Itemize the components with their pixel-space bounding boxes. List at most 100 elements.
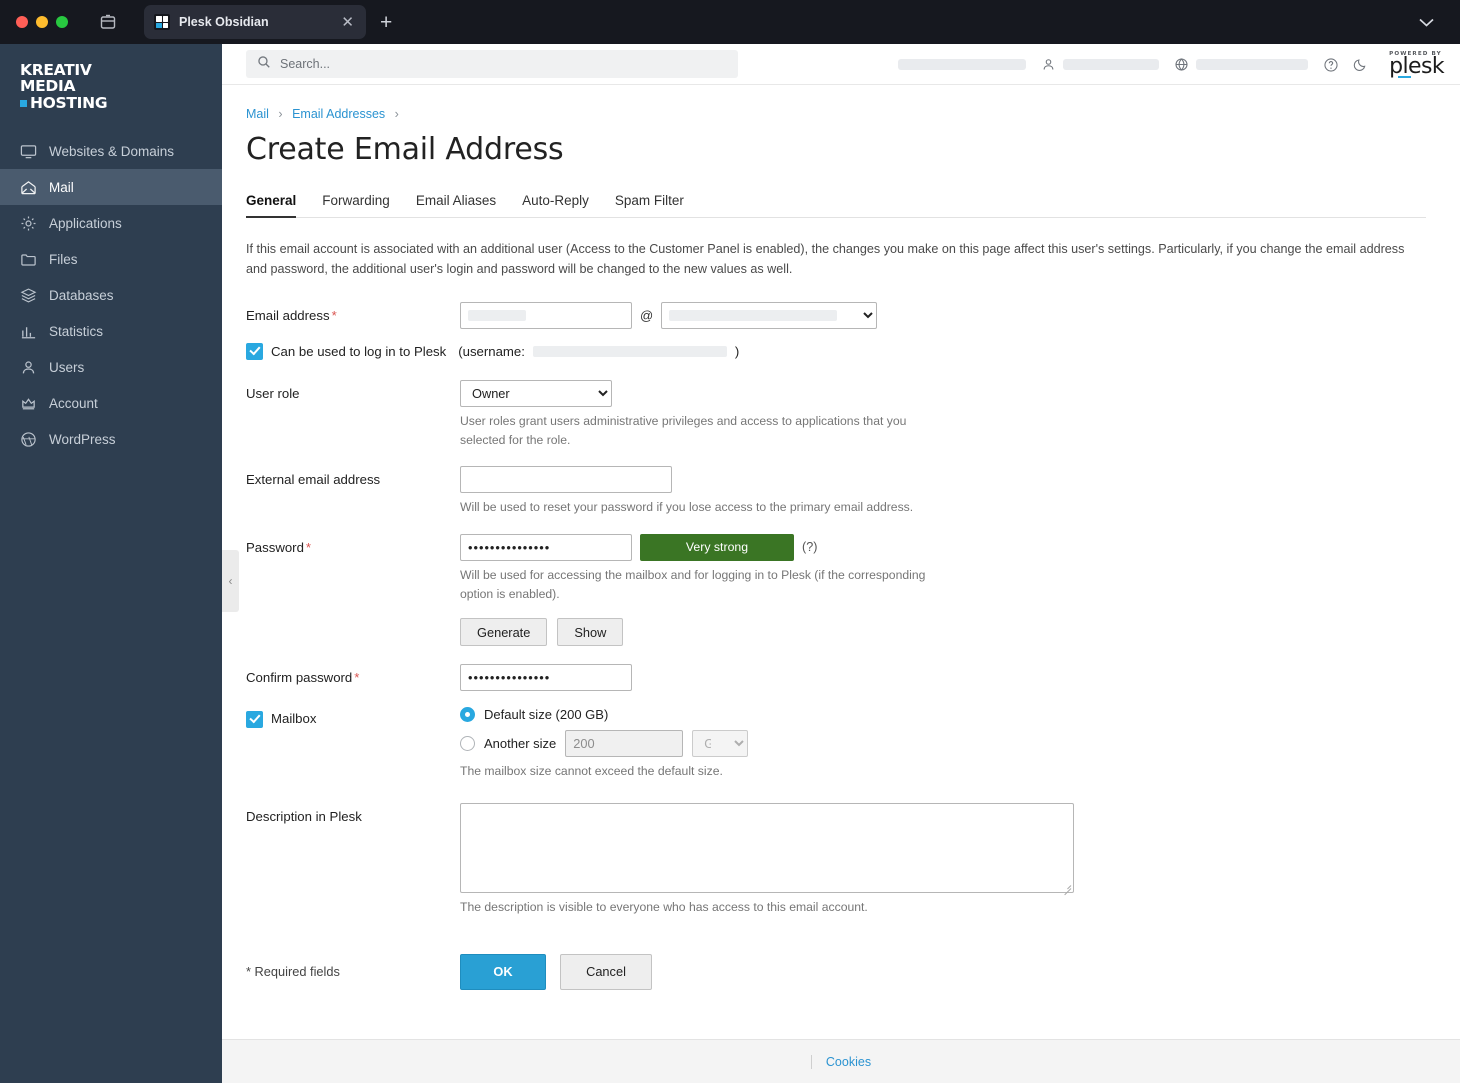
another-size-input[interactable] xyxy=(565,730,684,758)
redacted-email-domain xyxy=(669,309,838,321)
sidebar-toggle-icon[interactable] xyxy=(98,12,118,32)
email-address-inline: @ xyxy=(460,301,1426,329)
show-password-button[interactable]: Show xyxy=(557,618,624,647)
redacted-hostname xyxy=(1196,58,1309,70)
minimize-window-button[interactable] xyxy=(36,16,48,28)
user-role-label: User role xyxy=(246,385,300,401)
sidebar-item-account[interactable]: Account xyxy=(0,385,222,421)
close-icon[interactable]: ✕ xyxy=(339,15,356,30)
tab-auto-reply[interactable]: Auto-Reply xyxy=(522,193,589,217)
sidebar-item-statistics[interactable]: Statistics xyxy=(0,313,222,349)
sidebar-item-mail[interactable]: Mail xyxy=(0,169,222,206)
plesk-word-text: plesk xyxy=(1389,53,1444,79)
sidebar-item-label: Applications xyxy=(49,215,122,231)
confirm-password-input[interactable] xyxy=(460,664,632,692)
sidebar-item-users[interactable]: Users xyxy=(0,349,222,385)
description-textarea-wrap xyxy=(460,803,1074,896)
chart-icon xyxy=(20,323,37,340)
another-size-label: Another size xyxy=(484,736,557,752)
chevron-down-icon[interactable] xyxy=(1419,15,1434,30)
sidebar-item-label: Websites & Domains xyxy=(49,143,175,159)
logo-line-1: KREATIV xyxy=(20,61,92,79)
user-role-field-group: Owner User roles grant users administrat… xyxy=(460,379,1426,451)
can-log-in-checkbox[interactable] xyxy=(246,342,263,360)
browser-tab-bar: Plesk Obsidian ✕ + xyxy=(0,0,1460,44)
required-asterisk-password: * xyxy=(305,539,312,555)
plesk-wordmark: plesk xyxy=(1389,53,1445,79)
external-email-field-group: Will be used to reset your password if y… xyxy=(460,466,1426,517)
plesk-underline-accent xyxy=(1398,75,1412,79)
breadcrumb-item-email-addresses[interactable]: Email Addresses xyxy=(292,107,385,121)
tab-forwarding[interactable]: Forwarding xyxy=(322,193,390,217)
description-label: Description in Plesk xyxy=(246,809,362,825)
tab-spam-filter[interactable]: Spam Filter xyxy=(615,193,684,217)
form-buttons: OK Cancel xyxy=(460,953,1426,990)
search-input[interactable]: Search... xyxy=(246,50,738,78)
dark-mode-moon-icon[interactable] xyxy=(1353,57,1368,72)
confirm-password-field-group xyxy=(460,664,1426,692)
tab-email-aliases[interactable]: Email Aliases xyxy=(416,193,496,217)
generate-password-button[interactable]: Generate xyxy=(460,618,548,647)
sidebar-item-applications[interactable]: Applications xyxy=(0,205,222,241)
logo-line-2: MEDIA xyxy=(20,77,76,96)
password-help-icon[interactable]: (?) xyxy=(802,540,817,554)
username-suffix: ) xyxy=(734,343,740,359)
intro-text: If this email account is associated with… xyxy=(246,242,1405,277)
external-email-input[interactable] xyxy=(460,466,672,494)
password-input[interactable] xyxy=(460,533,632,561)
another-size-option[interactable]: Another size GB xyxy=(460,730,1426,758)
sidebar-nav: Websites & Domains Mail Applications Fil… xyxy=(0,133,222,457)
user-menu[interactable] xyxy=(1041,57,1160,72)
help-icon[interactable] xyxy=(1323,57,1338,72)
plesk-login-inline: Can be used to log in to Plesk (username… xyxy=(246,342,740,360)
default-size-radio[interactable] xyxy=(460,707,475,723)
tab-general[interactable]: General xyxy=(246,193,297,218)
maximize-window-button[interactable] xyxy=(56,16,68,28)
plesk-logo[interactable]: POWERED BY plesk xyxy=(1389,51,1445,79)
new-tab-button[interactable]: + xyxy=(380,12,392,33)
mail-icon xyxy=(20,179,37,196)
folder-icon xyxy=(20,251,37,268)
another-size-radio[interactable] xyxy=(460,736,475,752)
email-address-row: Email address * @ xyxy=(246,301,1426,329)
sidebar-item-label: Mail xyxy=(49,179,74,195)
sidebar-item-wordpress[interactable]: WordPress xyxy=(0,421,222,457)
email-address-label: Email address * xyxy=(246,302,460,325)
password-label: Password * xyxy=(246,534,460,557)
username-prefix: (username: xyxy=(458,343,525,359)
page-title: Create Email Address xyxy=(246,132,564,167)
plesk-login-row: Can be used to log in to Plesk (username… xyxy=(246,342,1426,360)
user-icon xyxy=(20,359,37,376)
email-address-label-text: Email address xyxy=(246,307,330,323)
confirm-password-label-text: Confirm password xyxy=(246,670,353,686)
logo-line-3-wrap: HOSTING xyxy=(20,94,222,111)
sidebar-collapse-handle[interactable]: ‹ xyxy=(222,550,239,612)
tab-bar: General Forwarding Email Aliases Auto-Re… xyxy=(246,193,1426,218)
external-email-row: External email address Will be used to r… xyxy=(246,466,1426,517)
user-role-select[interactable]: Owner xyxy=(460,379,612,407)
sidebar-item-files[interactable]: Files xyxy=(0,241,222,277)
sidebar-item-websites-domains[interactable]: Websites & Domains xyxy=(0,133,222,169)
default-size-option[interactable]: Default size (200 GB) xyxy=(460,707,1426,723)
description-textarea[interactable] xyxy=(460,803,1074,894)
logo-square-icon xyxy=(20,99,27,107)
browser-tab[interactable]: Plesk Obsidian ✕ xyxy=(144,5,366,39)
breadcrumb-item-mail[interactable]: Mail xyxy=(246,107,269,121)
sidebar-item-databases[interactable]: Databases xyxy=(0,277,222,313)
content-area: Mail › Email Addresses › Create Email Ad… xyxy=(222,85,1460,1039)
chevron-left-icon: ‹ xyxy=(228,574,233,588)
mailbox-label-inline: Mailbox xyxy=(246,710,460,728)
mailbox-checkbox[interactable] xyxy=(246,710,263,728)
size-unit-select[interactable]: GB xyxy=(692,730,749,758)
kmh-logo[interactable]: KREATIV MEDIA HOSTING xyxy=(0,44,222,125)
language-menu[interactable] xyxy=(1174,57,1309,72)
confirm-password-label: Confirm password * xyxy=(246,664,460,687)
mailbox-hint: The mailbox size cannot exceed the defau… xyxy=(460,764,723,779)
ok-button[interactable]: OK xyxy=(460,953,546,990)
close-window-button[interactable] xyxy=(16,16,28,28)
cancel-button[interactable]: Cancel xyxy=(560,953,652,990)
search-placeholder: Search... xyxy=(280,57,331,71)
description-field-group: The description is visible to everyone w… xyxy=(460,803,1426,917)
cookies-link[interactable]: Cookies xyxy=(826,1055,871,1069)
password-actions: Generate Show xyxy=(460,618,1426,647)
